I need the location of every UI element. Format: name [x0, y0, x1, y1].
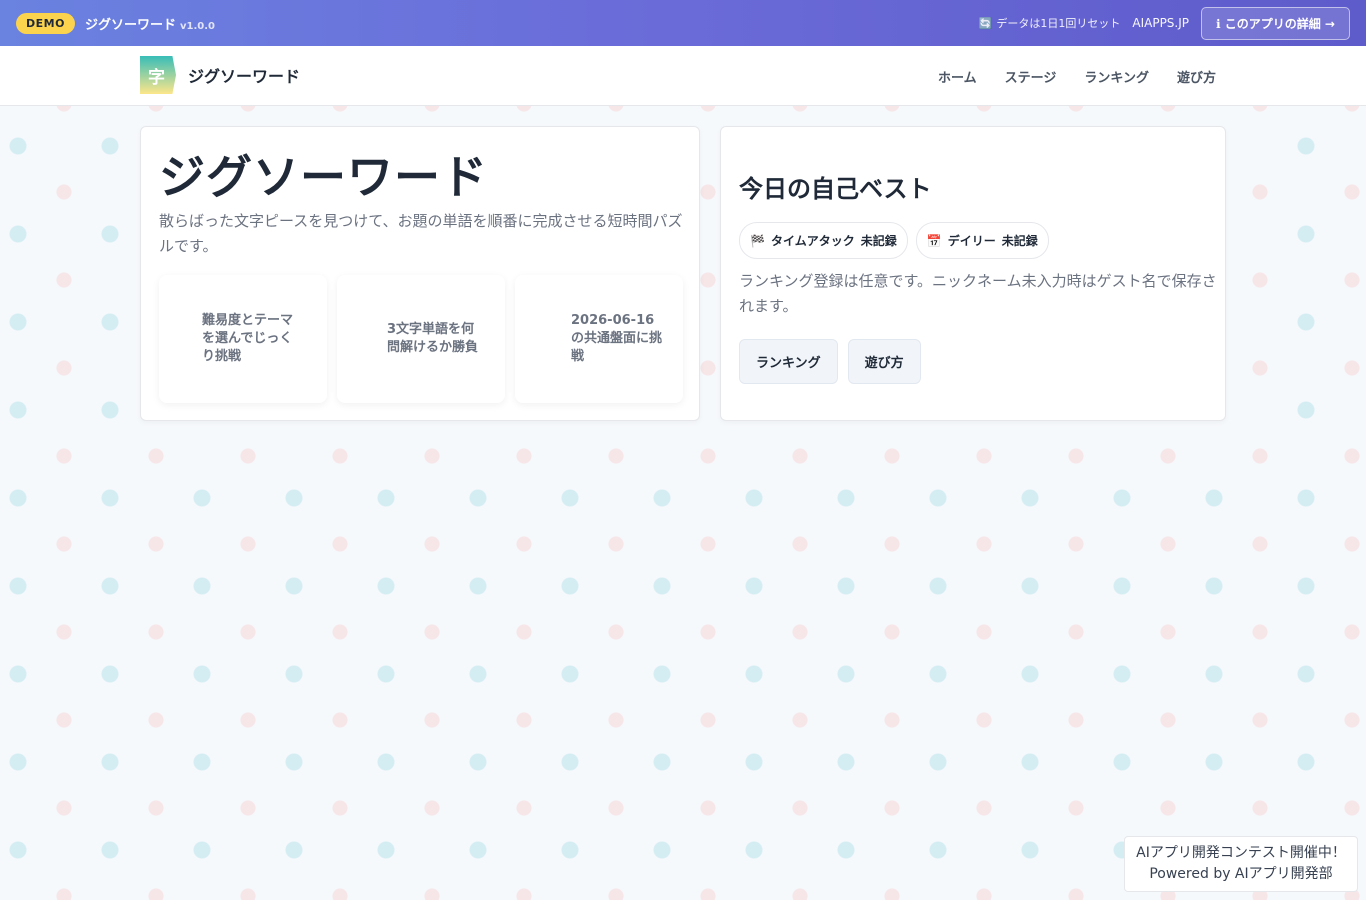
howto-button[interactable]: 遊び方	[847, 339, 921, 384]
best-note: ランキング登録は任意です。ニックネーム未入力時はゲスト名で保存されます。	[739, 272, 1217, 315]
feature-text: 難易度とテーマを選んでじっくり挑戦	[202, 313, 294, 364]
feature-text: 2026-06-16 の共通盤面に挑戦	[571, 313, 663, 364]
demo-bar: DEMO ジグソーワード v1.0.0 🔄 データは1日1回リセット AIAPPS…	[0, 0, 1366, 46]
demo-app-name: ジグソーワード	[84, 17, 176, 33]
hero-card: ジグソーワード 散らばった文字ピースを見つけて、お題の単語を順番に完成させる短時…	[140, 126, 700, 421]
chip-label: タイムアタック	[770, 234, 855, 248]
flag-icon: 🏁	[750, 233, 765, 248]
main-nav: 字 ジグソーワード ホーム ステージ ランキング 遊び方	[0, 46, 1366, 106]
chip-time-attack: 🏁 タイムアタック 未記録	[739, 222, 908, 259]
feature-card-time-attack[interactable]: 3文字単語を何問解けるか勝負	[337, 275, 505, 403]
chip-value: 未記録	[860, 234, 897, 248]
chip-label: デイリー	[947, 234, 996, 248]
feature-card-stage[interactable]: 難易度とテーマを選んでじっくり挑戦	[159, 275, 327, 403]
hero-description: 散らばった文字ピースを見つけて、お題の単語を順番に完成させる短時間パズルです。	[159, 212, 683, 255]
app-detail-button[interactable]: ℹ このアプリの詳細 →	[1201, 6, 1350, 40]
contest-promo[interactable]: AIアプリ開発コンテスト開催中！ Powered by AIアプリ開発部	[1124, 836, 1358, 892]
best-title: 今日の自己ベスト	[739, 175, 932, 203]
best-buttons: ランキング 遊び方	[739, 339, 921, 384]
nav-links: ホーム ステージ ランキング 遊び方	[938, 46, 1216, 106]
demo-app-title: ジグソーワード v1.0.0	[85, 14, 215, 33]
ranking-button[interactable]: ランキング	[739, 339, 838, 384]
best-chips: 🏁 タイムアタック 未記録 📅 デイリー 未記録	[739, 222, 1049, 259]
refresh-icon: 🔄	[978, 16, 993, 30]
demo-bar-left: DEMO ジグソーワード v1.0.0	[16, 12, 215, 34]
feature-card-daily[interactable]: 2026-06-16 の共通盤面に挑戦	[515, 275, 683, 403]
hero-title: ジグソーワード	[159, 150, 488, 204]
promo-line-1: AIアプリ開発コンテスト開催中！	[1136, 845, 1346, 861]
logo-icon: 字	[140, 56, 176, 94]
chip-daily: 📅 デイリー 未記録	[915, 222, 1049, 259]
brand-name: ジグソーワード	[188, 67, 301, 86]
demo-reset-text: データは1日1回リセット	[996, 17, 1121, 30]
demo-badge: DEMO	[16, 12, 75, 34]
chip-value: 未記録	[1001, 234, 1038, 248]
demo-reset-info: 🔄 データは1日1回リセット	[979, 15, 1121, 31]
promo-line-2: Powered by AIアプリ開発部	[1149, 866, 1333, 882]
demo-domain-link[interactable]: AIAPPS.JP	[1132, 16, 1189, 30]
best-card: 今日の自己ベスト 🏁 タイムアタック 未記録 📅 デイリー 未記録 ランキング登…	[720, 126, 1226, 421]
nav-link-home[interactable]: ホーム	[938, 67, 977, 86]
nav-brand[interactable]: 字 ジグソーワード	[140, 56, 300, 94]
nav-link-ranking[interactable]: ランキング	[1084, 67, 1149, 86]
nav-link-stage[interactable]: ステージ	[1005, 67, 1057, 86]
demo-version: v1.0.0	[179, 20, 215, 32]
demo-bar-right: 🔄 データは1日1回リセット AIAPPS.JP ℹ このアプリの詳細 →	[979, 6, 1350, 40]
feature-text: 3文字単語を何問解けるか勝負	[387, 322, 479, 355]
nav-link-howto[interactable]: 遊び方	[1177, 67, 1216, 86]
calendar-icon: 📅	[926, 233, 942, 248]
